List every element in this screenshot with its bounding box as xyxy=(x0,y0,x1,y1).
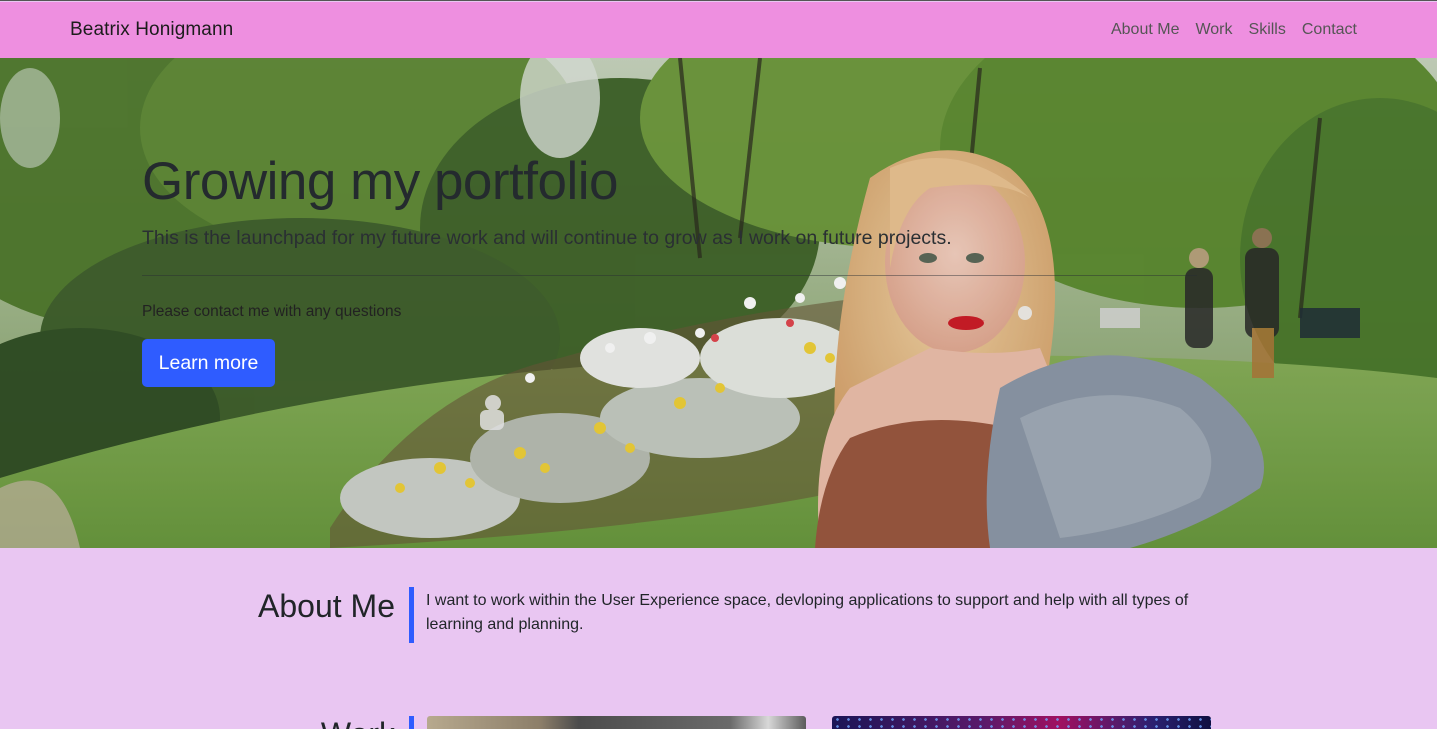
about-heading: About Me xyxy=(258,588,395,624)
thumbnail-lights-pattern xyxy=(832,716,1211,729)
nav-link-work[interactable]: Work xyxy=(1195,21,1232,39)
about-accent-bar xyxy=(409,587,414,643)
work-accent-bar xyxy=(409,716,414,729)
brand-link[interactable]: Beatrix Honigmann xyxy=(70,19,233,41)
browser-window: Beatrix Honigmann About Me Work Skills C… xyxy=(0,0,1437,729)
work-thumbnail-1[interactable] xyxy=(427,716,806,729)
hero-content: Growing my portfolio This is the launchp… xyxy=(142,154,1242,387)
hero-lead: This is the launchpad for my future work… xyxy=(142,227,952,249)
work-section: Work xyxy=(0,716,1437,729)
nav-link-about-me[interactable]: About Me xyxy=(1111,21,1179,39)
work-heading: Work xyxy=(321,716,395,729)
hero-section: Growing my portfolio This is the launchp… xyxy=(0,58,1437,548)
nav-link-skills[interactable]: Skills xyxy=(1249,21,1286,39)
nav-link-contact[interactable]: Contact xyxy=(1302,21,1357,39)
work-thumbnail-2[interactable] xyxy=(832,716,1211,729)
navbar: Beatrix Honigmann About Me Work Skills C… xyxy=(0,2,1437,58)
hero-divider xyxy=(142,275,1197,276)
hero-title: Growing my portfolio xyxy=(142,152,619,211)
about-text: I want to work within the User Experienc… xyxy=(426,592,1189,633)
hero-note: Please contact me with any questions xyxy=(142,303,402,320)
nav-links: About Me Work Skills Contact xyxy=(1095,21,1357,39)
learn-more-button[interactable]: Learn more xyxy=(142,339,275,387)
